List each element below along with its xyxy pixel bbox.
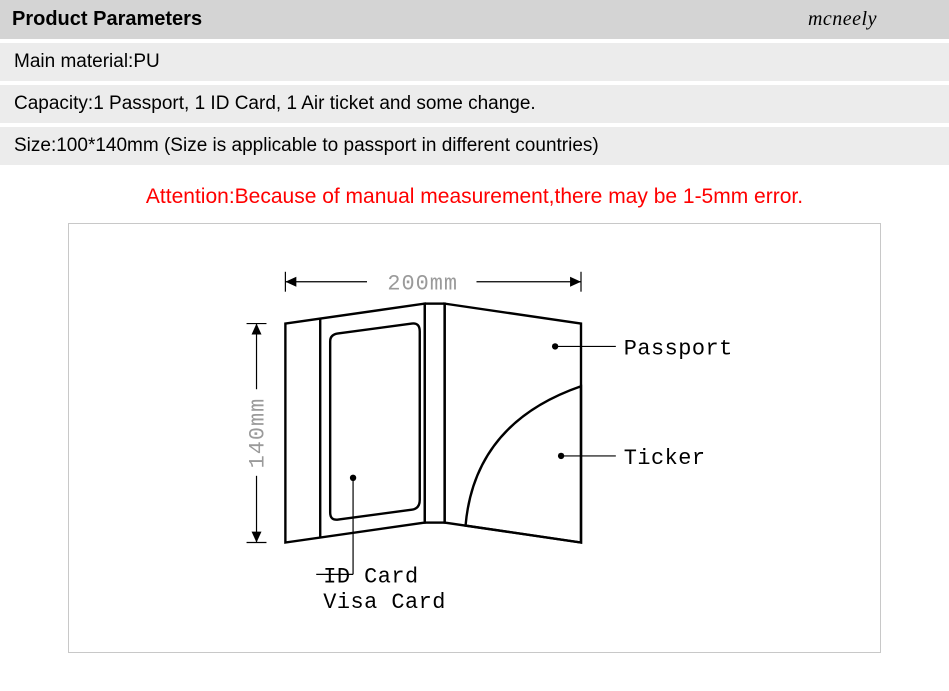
callout-idcard-1: ID Card [323, 564, 418, 589]
attention-note: Attention:Because of manual measurement,… [0, 169, 949, 223]
dim-width-label: 200mm [387, 272, 458, 297]
spec-material: Main material:PU [0, 43, 949, 81]
diagram-svg: 200mm 140mm [69, 224, 880, 652]
header-row: Product Parameters mcneely [0, 0, 949, 39]
callout-passport: Passport [624, 336, 733, 361]
spec-size: Size:100*140mm (Size is applicable to pa… [0, 127, 949, 165]
brand-logo: mcneely [808, 8, 937, 31]
spec-capacity: Capacity:1 Passport, 1 ID Card, 1 Air ti… [0, 85, 949, 123]
callout-idcard-2: Visa Card [323, 590, 446, 615]
callout-ticker: Ticker [624, 446, 706, 471]
dim-height-label: 140mm [245, 398, 270, 469]
section-title: Product Parameters [12, 8, 202, 31]
diagram-frame: 200mm 140mm [68, 223, 881, 653]
